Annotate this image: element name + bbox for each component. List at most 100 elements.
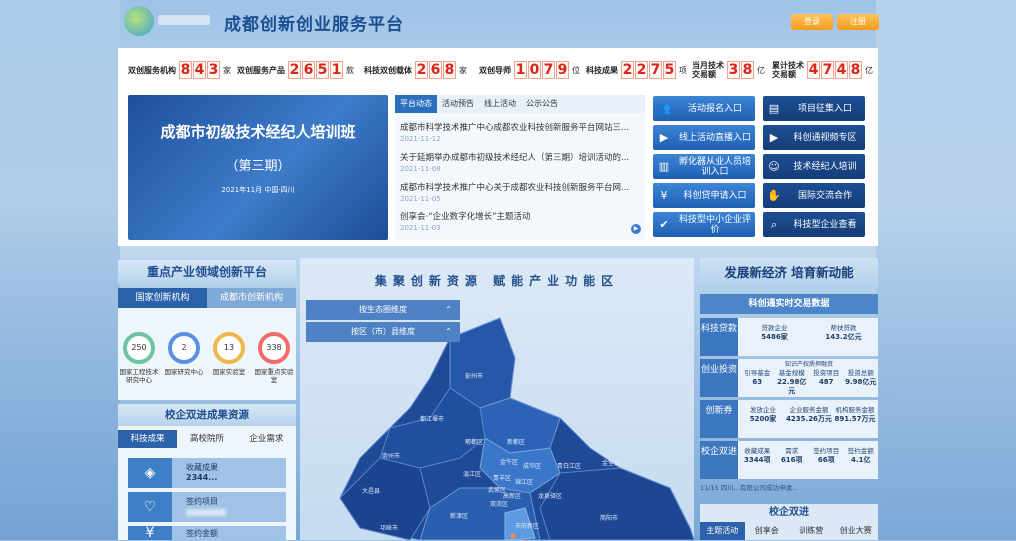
tab-platform-news[interactable]: 平台动态 (395, 95, 437, 113)
ring-label: 国家重点实验室 (254, 368, 294, 384)
stat-ring[interactable]: 250 (123, 332, 155, 364)
quick-link-event-signup[interactable]: 👥 活动报名入口 (653, 96, 755, 121)
map-filter-district[interactable]: 按区（市）县维度 ⌃ (306, 322, 460, 342)
quick-link-incubator-training[interactable]: ▥ 孵化器从业人员培训入口 (653, 154, 755, 179)
district-label: 简阳市 (600, 514, 618, 522)
stat-unit: 亿 (865, 65, 873, 75)
resource-item[interactable]: ¥ 签约金额 (128, 526, 286, 540)
layers-icon: ◈ (128, 458, 172, 488)
school-enterprise-title: 校企双进 (769, 507, 809, 518)
stat-total-trade: 累计技术 交易额 4748 亿 (772, 60, 873, 80)
stat-digit: 7 (542, 61, 555, 79)
stat-digit: 8 (443, 61, 456, 79)
news-item[interactable]: 创享会·“企业数字化增长”主题活动 2021-11-03 (400, 210, 638, 232)
row-tag: 校企双进 (700, 441, 738, 479)
quick-link-live-stream[interactable]: ▶ 线上活动直播入口 (653, 125, 755, 150)
news-date: 2021-11-05 (400, 195, 441, 203)
resource-item[interactable]: ◈ 收藏成果 2344... (128, 458, 286, 488)
trade-row-loans[interactable]: 科技贷款 贷款企业 5486家 帮扶贷款 143.2亿元 (700, 318, 878, 356)
district-label: 彭州市 (465, 372, 483, 380)
ring-label: 国家研究中心 (164, 368, 204, 376)
quick-link-enterprise-query[interactable]: ⌕ 科技型企业查看 (763, 212, 865, 237)
header: 成都创新创业服务平台 登录 注册 (118, 0, 879, 44)
tab-announcements[interactable]: 公示公告 (521, 95, 563, 113)
right-section-title: 发展新经济 培育新动能 (700, 258, 878, 288)
trade-cell: 签约项目 66项 (813, 447, 840, 464)
stat-achievements: 科技成果 2275 项 (586, 60, 687, 80)
location-marker-icon (510, 533, 516, 539)
stat-digit: 4 (193, 61, 206, 79)
trade-row-school-enterprise[interactable]: 校企双进 收藏成果 3344项 需求 616项 签约项目 66项 签约金额 4.1亿 (700, 441, 878, 479)
stats-bar: 双创服务机构 843 家 双创服务产品 2651 款 科技双创载体 268 家 … (118, 48, 878, 90)
quick-link-sme-evaluation[interactable]: ✔ 科技型中小企业评价 (653, 212, 755, 237)
district-label: 天府新区 (515, 522, 539, 530)
search-icon: ⌕ (770, 217, 778, 231)
banner-date: 2021年11月 中国·四川 (221, 186, 295, 194)
resources-title: 校企双进成果资源 (118, 404, 296, 426)
tab-contest[interactable]: 创业大赛 (834, 522, 879, 540)
stat-label: 科技成果 (586, 65, 618, 75)
tab-tech-achievements[interactable]: 科技成果 (118, 430, 178, 448)
stat-digit: 6 (302, 61, 315, 79)
tab-universities[interactable]: 高校院所 (177, 430, 236, 448)
map-filter-ecosystem[interactable]: 按生态圈维度 ⌃ (306, 300, 460, 320)
tab-bootcamp[interactable]: 训练营 (789, 522, 834, 540)
stat-digit: 4 (807, 61, 820, 79)
stat-digit: 3 (727, 61, 740, 79)
tab-online-events[interactable]: 线上活动 (479, 95, 521, 113)
trade-cell: 机构服务金额 891.57万元 (834, 406, 876, 423)
stat-label: 双创导师 (479, 65, 511, 75)
stat-ring[interactable]: 338 (258, 332, 290, 364)
register-button[interactable]: 注册 (837, 14, 879, 30)
quick-link-international[interactable]: ✋ 国际交流合作 (763, 183, 865, 208)
district-label: 青羊区 (493, 474, 511, 482)
money-icon: ¥ (660, 189, 668, 202)
login-button[interactable]: 登录 (791, 14, 833, 30)
stat-digit: 2 (288, 61, 301, 79)
more-arrow-icon[interactable]: ▶ (631, 224, 641, 234)
quick-link-broker-training[interactable]: ☺ 技术经纪人培训 (763, 154, 865, 179)
resource-item[interactable]: ♡ 签约项目 (128, 492, 286, 522)
training-banner[interactable]: 成都市初级技术经纪人培训班 （第三期） 2021年11月 中国·四川 (128, 95, 388, 240)
trade-row-venture[interactable]: 创业投资 知识产权质押融资 引导基金 63 基金规模 22.98亿元 投资项目 487… (700, 359, 878, 397)
district-label: 新津区 (450, 512, 468, 520)
trade-row-vouchers[interactable]: 创新券 发放企业 5200家 企业服务金额 4235.26万元 机构服务金额 891.… (700, 400, 878, 438)
district-label: 崇州市 (382, 452, 400, 460)
quick-link-project-collect[interactable]: ▤ 项目征集入口 (763, 96, 865, 121)
news-item[interactable]: 成都市科学技术推广中心关于成都农业科技创新服务平台网... 2021-11-05 (400, 181, 638, 203)
tab-national-orgs[interactable]: 国家创新机构 (118, 288, 207, 308)
tab-share-meetings[interactable]: 创享会 (745, 522, 790, 540)
trade-cell: 投资项目 487 (813, 369, 840, 386)
ring-label: 国家工程技术研究中心 (119, 368, 159, 384)
right-panel: 发展新经济 培育新动能 科创通实时交易数据 科技贷款 贷款企业 5486家 帮扶贷… (700, 258, 878, 540)
activity-tabs: 主题活动 创享会 训练营 创业大赛 (700, 522, 878, 540)
background-sky-left (0, 0, 120, 540)
stat-digit: 2 (621, 61, 634, 79)
stat-digit: 8 (741, 61, 754, 79)
news-item[interactable]: 成都市科学技术推广中心成都农业科技创新服务平台网站三... 2021-11-12 (400, 121, 638, 143)
tab-event-preview[interactable]: 活动预告 (437, 95, 479, 113)
news-item[interactable]: 关于延期举办成都市初级技术经纪人（第三期）培训活动的... 2021-11-08 (400, 151, 638, 173)
district-label: 成华区 (523, 462, 541, 470)
quick-link-video-zone[interactable]: ▶ 科创通视频专区 (763, 125, 865, 150)
row-tag: 科技贷款 (700, 318, 738, 356)
stat-digit: 2 (635, 61, 648, 79)
district-label: 温江区 (463, 470, 481, 478)
stat-ring[interactable]: 2 (168, 332, 200, 364)
tab-theme-events[interactable]: 主题活动 (700, 522, 745, 540)
stat-mentors: 双创导师 1079 位 (479, 60, 580, 80)
district-label: 高新区 (503, 492, 521, 500)
map-panel: 集聚创新资源 赋能产业功能区 彭州市 都江堰市 郫都区 新都区 青白江区 金堂县… (300, 258, 694, 540)
banner-subtitle: （第三期） (225, 159, 291, 174)
stat-ring[interactable]: 13 (213, 332, 245, 364)
tab-city-orgs[interactable]: 成都市创新机构 (207, 288, 296, 308)
district-label: 都江堰市 (420, 415, 444, 423)
stat-unit: 款 (346, 65, 354, 75)
quick-link-loan-apply[interactable]: ¥ 科创贷申请入口 (653, 183, 755, 208)
innovation-orgs-box: 国家创新机构 成都市创新机构 250 2 13 338 国家工程技术研究中心 国… (118, 288, 296, 400)
stat-digit: 3 (207, 61, 220, 79)
money-icon: ¥ (128, 526, 172, 540)
logo-icon[interactable] (124, 6, 154, 36)
trade-cell: 投资总额 9.98亿元 (845, 369, 877, 386)
tab-enterprise-demand[interactable]: 企业需求 (237, 430, 296, 448)
